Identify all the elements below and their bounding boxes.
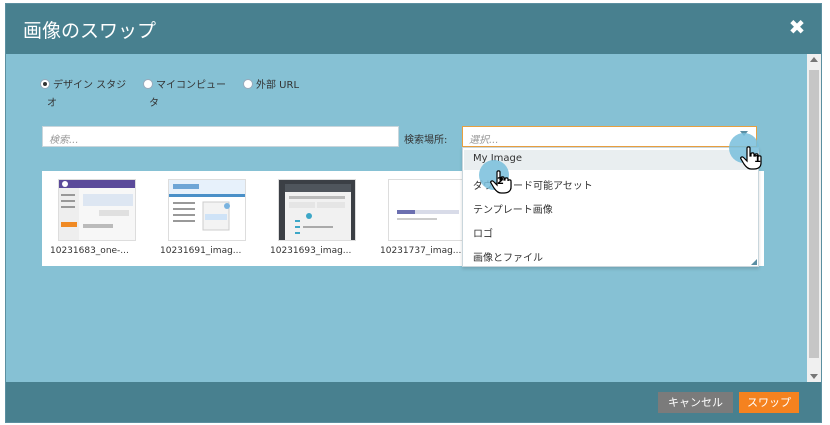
radio-label: 外部 URL [256, 80, 300, 91]
thumbnail-label: 10231683_one-... [50, 246, 129, 256]
thumbnail-image[interactable] [168, 179, 246, 241]
radio-unchecked-icon [143, 79, 153, 89]
search-location-label: 検索場所: [404, 135, 448, 146]
thumbnail-image[interactable] [58, 179, 136, 241]
radio-external-url[interactable]: 外部 URL [243, 76, 299, 91]
scroll-down-icon[interactable] [810, 374, 818, 379]
thumbnail-card[interactable]: 10231683_one-... [50, 179, 150, 259]
dropdown-option-logo[interactable]: ロゴ [473, 225, 493, 240]
radio-design-studio[interactable]: デザイン スタジ [40, 76, 126, 91]
cancel-button[interactable]: キャンセル [658, 392, 733, 413]
radio-unchecked-icon [243, 79, 253, 89]
swap-button[interactable]: スワップ [739, 392, 799, 413]
radio-my-computer[interactable]: マイコンピュー [143, 76, 226, 91]
scroll-thumb[interactable] [809, 70, 819, 358]
thumbnail-image[interactable] [388, 179, 466, 241]
scroll-up-icon[interactable] [810, 57, 818, 62]
scrollbar[interactable] [807, 54, 821, 382]
dropdown-option-images-and-files[interactable]: 画像とファイル [473, 249, 543, 264]
thumbnail-image[interactable] [278, 179, 356, 241]
thumbnail-label: 10231693_imag... [270, 246, 352, 256]
dialog-title: 画像のスワップ [23, 20, 157, 42]
radio-label-wrap: オ [47, 98, 57, 109]
radio-checked-icon [40, 79, 50, 89]
close-icon[interactable]: ✖ [787, 17, 807, 37]
search-location-select[interactable]: 選択... [462, 126, 757, 147]
search-input[interactable]: 検索... [42, 126, 399, 147]
location-dropdown-menu: My Image ダウンロード可能アセット テンプレート画像 ロゴ 画像とファイ… [462, 147, 759, 267]
radio-label: マイコンピュー [156, 80, 226, 91]
step-number: 2 [497, 176, 504, 187]
thumbnail-card[interactable]: 10231693_imag... [270, 179, 370, 259]
thumbnail-card[interactable]: 10231691_imag... [160, 179, 260, 259]
radio-label: デザイン スタジ [53, 80, 127, 91]
dialog-footer: キャンセル スワップ [6, 382, 821, 422]
resize-handle-icon[interactable] [751, 259, 757, 265]
step-number: 1 [754, 154, 761, 165]
dropdown-option-template-images[interactable]: テンプレート画像 [473, 201, 553, 216]
radio-label-wrap: タ [149, 98, 159, 109]
thumbnail-label: 10231691_imag... [160, 246, 242, 256]
dialog-titlebar: 画像のスワップ ✖ [6, 4, 821, 54]
